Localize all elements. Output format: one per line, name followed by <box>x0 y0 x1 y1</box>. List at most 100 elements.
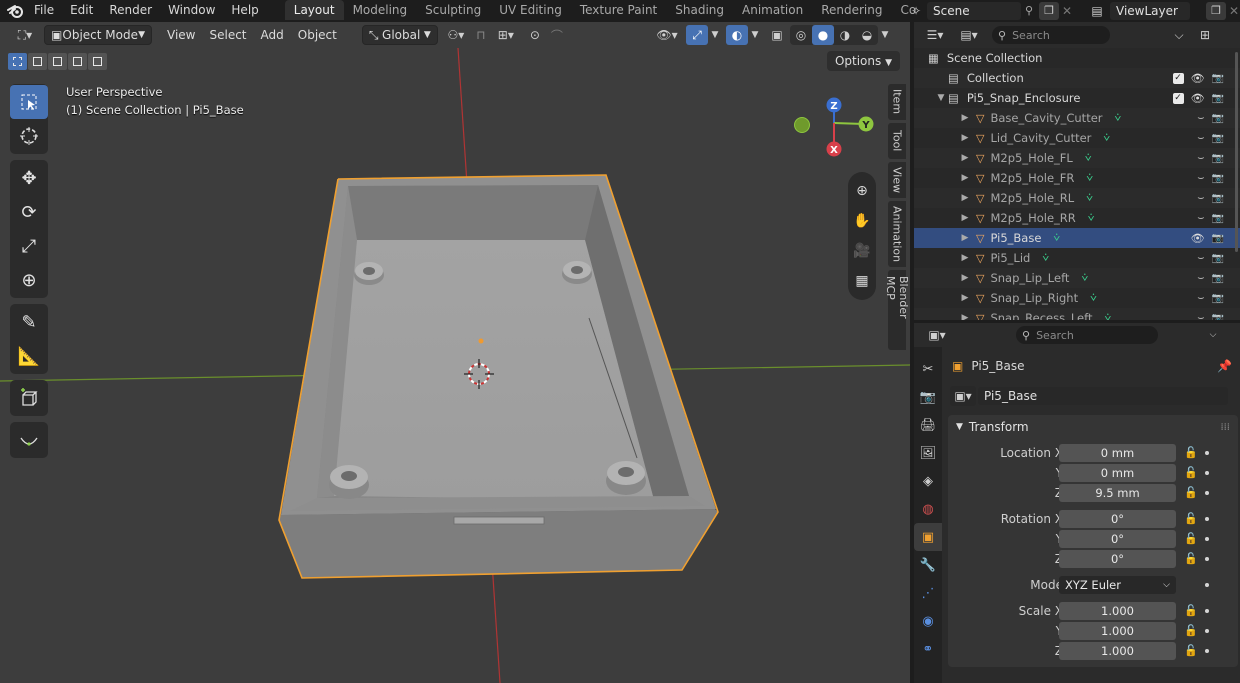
expand-arrow-icon[interactable]: ▶ <box>958 293 972 303</box>
eye-icon[interactable]: 👁 <box>1191 92 1205 105</box>
keyframe-dot[interactable] <box>1205 451 1209 455</box>
remove-view-layer-icon[interactable]: ✕ <box>1226 4 1240 18</box>
view-layer-tab-icon[interactable]: 🖼 <box>914 439 942 467</box>
location-z-field[interactable]: 9.5 mm <box>1059 483 1176 502</box>
camera-icon[interactable]: 📷 <box>1212 233 1224 244</box>
select-invert-icon[interactable] <box>68 53 87 70</box>
expand-arrow-icon[interactable]: ▶ <box>958 273 972 283</box>
transform-panel-header[interactable]: ▼ Transform ⁞⁞⁞ <box>948 415 1238 439</box>
world-tab-icon[interactable]: ◍ <box>914 495 942 523</box>
sidebar-tab-item[interactable]: Item <box>888 84 906 120</box>
3d-viewport[interactable]: ⛶▾ ▣ Object Mode ▼ View Select Add Object ⤡… <box>0 22 910 683</box>
scene-tab-icon[interactable]: ◈ <box>914 467 942 495</box>
expand-arrow-icon[interactable]: ▶ <box>958 313 972 320</box>
tab-uv-editing[interactable]: UV Editing <box>490 0 571 20</box>
keyframe-dot[interactable] <box>1205 537 1209 541</box>
expand-arrow-icon[interactable]: ▶ <box>958 153 972 163</box>
camera-icon[interactable]: 📷 <box>1212 73 1224 84</box>
exclude-checkbox[interactable]: ✓ <box>1172 92 1184 104</box>
viewport-menu-select[interactable]: Select <box>202 22 253 48</box>
chevron-down-icon[interactable]: ▼ <box>878 25 892 45</box>
select-box-tool-icon[interactable] <box>10 85 48 119</box>
proportional-edit-icon[interactable]: ⊙ <box>524 25 546 45</box>
eye-closed-icon[interactable]: ⌣ <box>1197 251 1204 265</box>
menu-window[interactable]: Window <box>160 0 223 21</box>
eye-closed-icon[interactable]: ⌣ <box>1197 291 1204 305</box>
location-x-field[interactable]: 0 mm <box>1059 443 1176 462</box>
tab-rendering[interactable]: Rendering <box>812 0 891 20</box>
pivot-icon[interactable]: ⚇▾ <box>442 25 470 45</box>
gizmo-toggle-icon[interactable]: ⤢ <box>686 25 708 45</box>
select-new-icon[interactable] <box>8 53 27 70</box>
scale-z-field[interactable]: 1.000 <box>1059 641 1176 660</box>
render-tab-icon[interactable]: 📷 <box>914 383 942 411</box>
sidebar-tab-tool[interactable]: Tool <box>888 123 906 159</box>
display-mode-icon[interactable]: ▤▾ <box>954 25 984 45</box>
xray-icon[interactable]: ▣ <box>766 25 788 45</box>
outliner-row[interactable]: ▶ ▽ M2p5_Hole_FL ⩒ ⌣ 📷 <box>914 148 1240 168</box>
eye-closed-icon[interactable]: ⌣ <box>1197 171 1204 185</box>
outliner-row[interactable]: ▶ ▽ Pi5_Lid ⩒ ⌣ 📷 <box>914 248 1240 268</box>
view-layer-field[interactable]: ViewLayer <box>1110 1 1190 20</box>
material-shading-icon[interactable]: ◑ <box>834 25 856 45</box>
rotation-z-field[interactable]: 0° <box>1059 549 1176 568</box>
wireframe-shading-icon[interactable]: ◎ <box>790 25 812 45</box>
tool-tab-icon[interactable]: ✂ <box>914 355 942 383</box>
object-tab-icon[interactable]: ▣ <box>914 523 942 551</box>
viewport-menu-add[interactable]: Add <box>254 22 291 48</box>
lock-icon[interactable]: 🔓 <box>1184 552 1198 565</box>
sidebar-tab-blender-mcp[interactable]: Blender MCP <box>884 270 910 350</box>
solid-shading-icon[interactable]: ● <box>812 25 834 45</box>
expand-arrow-icon[interactable]: ▶ <box>958 133 972 143</box>
rotation-y-field[interactable]: 0° <box>1059 529 1176 548</box>
tab-modeling[interactable]: Modeling <box>344 0 417 20</box>
remove-scene-icon[interactable]: ✕ <box>1059 4 1075 18</box>
camera-icon[interactable]: 📷 <box>1212 273 1224 284</box>
expand-arrow-icon[interactable]: ▶ <box>958 113 972 123</box>
pin-icon[interactable]: 📌 <box>1217 359 1232 373</box>
expand-arrow-icon[interactable]: ▶ <box>958 193 972 203</box>
modifier-tab-icon[interactable]: 🔧 <box>914 551 942 579</box>
constraints-tab-icon[interactable]: ⚭ <box>914 635 942 663</box>
falloff-icon[interactable]: ⌒ <box>546 25 568 45</box>
scene-name-field[interactable]: Scene <box>927 1 1021 20</box>
outliner-row[interactable]: ▤ Collection ✓ 👁 📷 <box>914 68 1240 88</box>
eye-closed-icon[interactable]: ⌣ <box>1197 191 1204 205</box>
options-button[interactable]: Options ▼ <box>826 51 900 71</box>
cursor-tool-icon[interactable] <box>10 119 48 153</box>
properties-editor-type-icon[interactable]: ▣▾ <box>922 325 952 345</box>
eye-closed-icon[interactable]: ⌣ <box>1197 131 1204 145</box>
eye-closed-icon[interactable]: ⌣ <box>1197 271 1204 285</box>
drag-handle-icon[interactable]: ⁞⁞⁞ <box>1220 422 1230 433</box>
select-intersect-icon[interactable] <box>88 53 107 70</box>
lock-icon[interactable]: 🔓 <box>1184 446 1198 459</box>
select-subtract-icon[interactable] <box>48 53 67 70</box>
viewport-menu-view[interactable]: View <box>160 22 202 48</box>
visibility-icon[interactable]: 👁▾ <box>652 25 682 45</box>
camera-icon[interactable]: 📷 <box>1212 113 1224 124</box>
sidebar-tab-view[interactable]: View <box>888 162 906 198</box>
outliner-row[interactable]: ▼ ▤ Pi5_Snap_Enclosure ✓ 👁 📷 <box>914 88 1240 108</box>
menu-file[interactable]: File <box>26 0 62 21</box>
properties-search-input[interactable]: ⚲ Search <box>1016 326 1158 344</box>
orientation-dropdown[interactable]: ⤡ Global ▼ <box>361 25 438 45</box>
navigation-gizmo[interactable]: Z Y X <box>792 90 882 170</box>
expand-arrow-icon[interactable]: ▶ <box>958 233 972 243</box>
outliner-row[interactable]: ▶ ▽ Snap_Recess_Left ⩒ ⌣ 📷 <box>914 308 1240 320</box>
camera-icon[interactable]: 📷 <box>1212 93 1224 104</box>
menu-edit[interactable]: Edit <box>62 0 101 21</box>
collapse-arrow-icon[interactable]: ▼ <box>934 93 948 103</box>
measure-tool-icon[interactable]: 📐 <box>10 339 48 373</box>
outliner-row[interactable]: ▶ ▽ Snap_Lip_Right ⩒ ⌣ 📷 <box>914 288 1240 308</box>
tab-layout[interactable]: Layout <box>284 0 344 20</box>
expand-arrow-icon[interactable]: ▶ <box>958 173 972 183</box>
camera-icon[interactable]: 📷 <box>1212 153 1224 164</box>
snap-icon[interactable]: ⊓ <box>470 25 492 45</box>
chevron-down-icon[interactable]: ▼ <box>708 25 722 45</box>
keyframe-dot[interactable] <box>1205 471 1209 475</box>
new-scene-icon[interactable]: ❐ <box>1039 1 1059 20</box>
mode-dropdown[interactable]: ▣ Object Mode ▼ <box>44 25 152 45</box>
camera-icon[interactable]: 📷 <box>1212 213 1224 224</box>
menu-help[interactable]: Help <box>223 0 266 21</box>
keyframe-dot[interactable] <box>1205 491 1209 495</box>
